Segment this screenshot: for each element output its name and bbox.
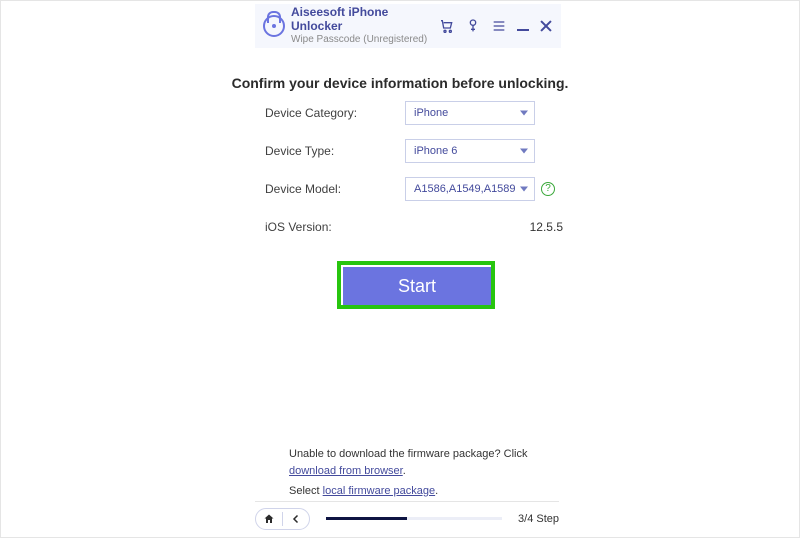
label-category: Device Category:	[265, 106, 405, 120]
select-value: A1586,A1549,A1589	[414, 183, 516, 195]
footer: 3/4 Step	[255, 501, 559, 531]
chevron-down-icon	[520, 187, 528, 192]
help-icon[interactable]: ?	[541, 182, 555, 196]
row-type: Device Type: iPhone 6	[265, 139, 565, 163]
select-device-category[interactable]: iPhone	[405, 101, 535, 125]
row-ios: iOS Version: 12.5.5	[265, 215, 565, 239]
value-ios: 12.5.5	[405, 220, 565, 234]
hint-text: .	[435, 485, 438, 497]
app-subtitle: Wipe Passcode (Unregistered)	[291, 34, 439, 46]
back-button[interactable]	[283, 513, 309, 525]
hint-text: .	[403, 465, 406, 477]
download-from-browser-link[interactable]: download from browser	[289, 465, 403, 477]
chevron-down-icon	[520, 149, 528, 154]
nav-pill	[255, 508, 310, 530]
progress-fill	[326, 517, 407, 520]
progress-bar	[326, 517, 502, 520]
label-ios: iOS Version:	[265, 220, 405, 234]
select-value: iPhone	[414, 107, 448, 119]
minimize-button[interactable]	[517, 22, 529, 31]
close-button[interactable]	[539, 19, 553, 33]
app-title: Aiseesoft iPhone Unlocker	[291, 6, 439, 34]
label-type: Device Type:	[265, 144, 405, 158]
home-button[interactable]	[256, 513, 282, 525]
local-firmware-link[interactable]: local firmware package	[323, 485, 436, 497]
titlebar-actions	[439, 18, 553, 34]
device-form: Device Category: iPhone Device Type: iPh…	[265, 101, 565, 239]
hint-text: Unable to download the firmware package?…	[289, 448, 527, 460]
start-button[interactable]: Start	[341, 265, 491, 305]
brand: Aiseesoft iPhone Unlocker Wipe Passcode …	[263, 6, 439, 45]
start-highlight: Start	[337, 261, 495, 309]
menu-icon[interactable]	[491, 18, 507, 34]
select-device-model[interactable]: A1586,A1549,A1589	[405, 177, 535, 201]
row-model: Device Model: A1586,A1549,A1589 ?	[265, 177, 565, 201]
lock-icon	[263, 15, 285, 37]
select-value: iPhone 6	[414, 145, 457, 157]
select-device-type[interactable]: iPhone 6	[405, 139, 535, 163]
titlebar: Aiseesoft iPhone Unlocker Wipe Passcode …	[255, 4, 561, 48]
cart-icon[interactable]	[439, 18, 455, 34]
hint-download: Unable to download the firmware package?…	[289, 446, 561, 479]
row-category: Device Category: iPhone	[265, 101, 565, 125]
key-icon[interactable]	[465, 18, 481, 34]
label-model: Device Model:	[265, 182, 405, 196]
step-indicator: 3/4 Step	[518, 513, 559, 525]
page-heading: Confirm your device information before u…	[1, 75, 799, 91]
brand-text: Aiseesoft iPhone Unlocker Wipe Passcode …	[291, 6, 439, 45]
hint-text: Select	[289, 485, 323, 497]
hint-local: Select local firmware package.	[289, 483, 561, 500]
app-window: Aiseesoft iPhone Unlocker Wipe Passcode …	[0, 0, 800, 538]
chevron-down-icon	[520, 111, 528, 116]
